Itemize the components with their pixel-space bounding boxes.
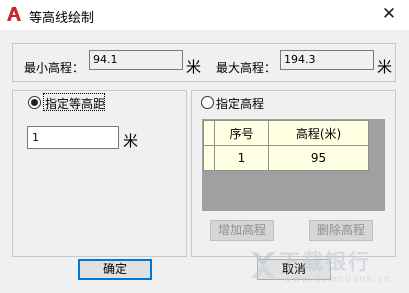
cell-elevation[interactable]: 95 xyxy=(268,145,369,171)
delete-elevation-button[interactable]: 删除高程 xyxy=(309,220,373,241)
max-elevation-unit: 米 xyxy=(377,58,393,76)
elevation-table: 序号 高程(米) 1 95 xyxy=(203,120,369,171)
autocad-app-icon xyxy=(7,7,21,21)
interval-input[interactable]: 1 xyxy=(27,126,119,149)
min-elevation-field: 94.1 xyxy=(89,50,183,70)
close-icon: ✕ xyxy=(381,4,397,24)
window-title: 等高线绘制 xyxy=(29,11,95,26)
min-elevation-unit: 米 xyxy=(186,58,202,76)
column-header-index: 序号 xyxy=(214,120,269,146)
interval-group xyxy=(12,90,187,257)
min-elevation-label: 最小高程： xyxy=(24,61,85,75)
row-header xyxy=(203,145,215,171)
close-button[interactable]: ✕ xyxy=(372,2,406,26)
elevation-grid[interactable]: 序号 高程(米) 1 95 xyxy=(202,119,385,211)
watermark-url: www.downbank.cn xyxy=(283,274,392,285)
elevation-mode-radio[interactable] xyxy=(201,96,214,109)
radio-selected-dot xyxy=(31,99,38,106)
elevation-mode-label[interactable]: 指定高程 xyxy=(216,95,264,112)
cell-index[interactable]: 1 xyxy=(214,145,269,171)
watermark: 下载银行 www.downbank.cn xyxy=(247,244,397,290)
table-row[interactable]: 1 95 xyxy=(203,145,369,171)
interval-mode-radio[interactable] xyxy=(28,96,41,109)
interval-unit: 米 xyxy=(123,132,139,150)
add-elevation-button[interactable]: 增加高程 xyxy=(210,220,274,241)
ok-button[interactable]: 确定 xyxy=(78,259,152,280)
watermark-logo-icon xyxy=(251,252,275,278)
interval-mode-label[interactable]: 指定等高距 xyxy=(45,95,105,112)
dialog-body: 最小高程： 94.1 米 最大高程： 194.3 米 指定等高距 1 米 指定高… xyxy=(0,30,409,293)
title-bar: 等高线绘制 ✕ xyxy=(0,0,409,30)
row-header-corner xyxy=(203,120,215,146)
table-header-row: 序号 高程(米) xyxy=(203,120,369,146)
column-header-elevation: 高程(米) xyxy=(268,120,369,146)
max-elevation-field: 194.3 xyxy=(280,50,374,70)
max-elevation-label: 最大高程： xyxy=(216,61,277,75)
watermark-text: 下载银行 xyxy=(279,250,371,274)
